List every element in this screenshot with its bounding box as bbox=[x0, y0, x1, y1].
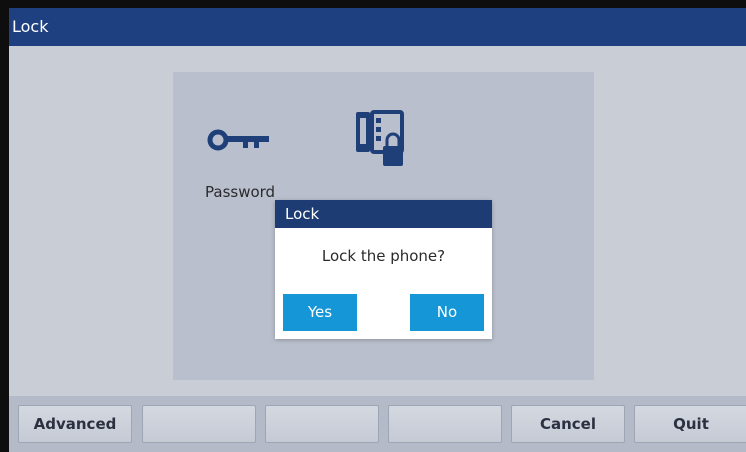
title-bar: Lock bbox=[9, 8, 746, 46]
empty-softkey-3[interactable] bbox=[265, 405, 379, 443]
phone-screen: Lock Password Lock Lock the phone? Yes N… bbox=[9, 8, 746, 452]
quit-softkey[interactable]: Quit bbox=[634, 405, 746, 443]
softkey-bar: Advanced Cancel Quit bbox=[9, 396, 746, 452]
password-option-label[interactable]: Password bbox=[205, 183, 275, 201]
advanced-softkey[interactable]: Advanced bbox=[18, 405, 132, 443]
dialog-message: Lock the phone? bbox=[321, 247, 446, 265]
cancel-softkey[interactable]: Cancel bbox=[511, 405, 625, 443]
dialog-title: Lock bbox=[285, 205, 320, 223]
content-area: Password Lock Lock the phone? Yes No bbox=[9, 46, 746, 396]
empty-softkey-2[interactable] bbox=[142, 405, 256, 443]
page-title: Lock bbox=[12, 17, 49, 36]
no-button[interactable]: No bbox=[410, 294, 484, 331]
empty-softkey-4[interactable] bbox=[388, 405, 502, 443]
key-icon[interactable] bbox=[207, 128, 273, 152]
yes-button[interactable]: Yes bbox=[283, 294, 357, 331]
lock-confirm-dialog: Lock Lock the phone? Yes No bbox=[275, 200, 492, 339]
dialog-title-bar: Lock bbox=[275, 200, 492, 228]
phone-lock-icon[interactable] bbox=[354, 110, 408, 170]
